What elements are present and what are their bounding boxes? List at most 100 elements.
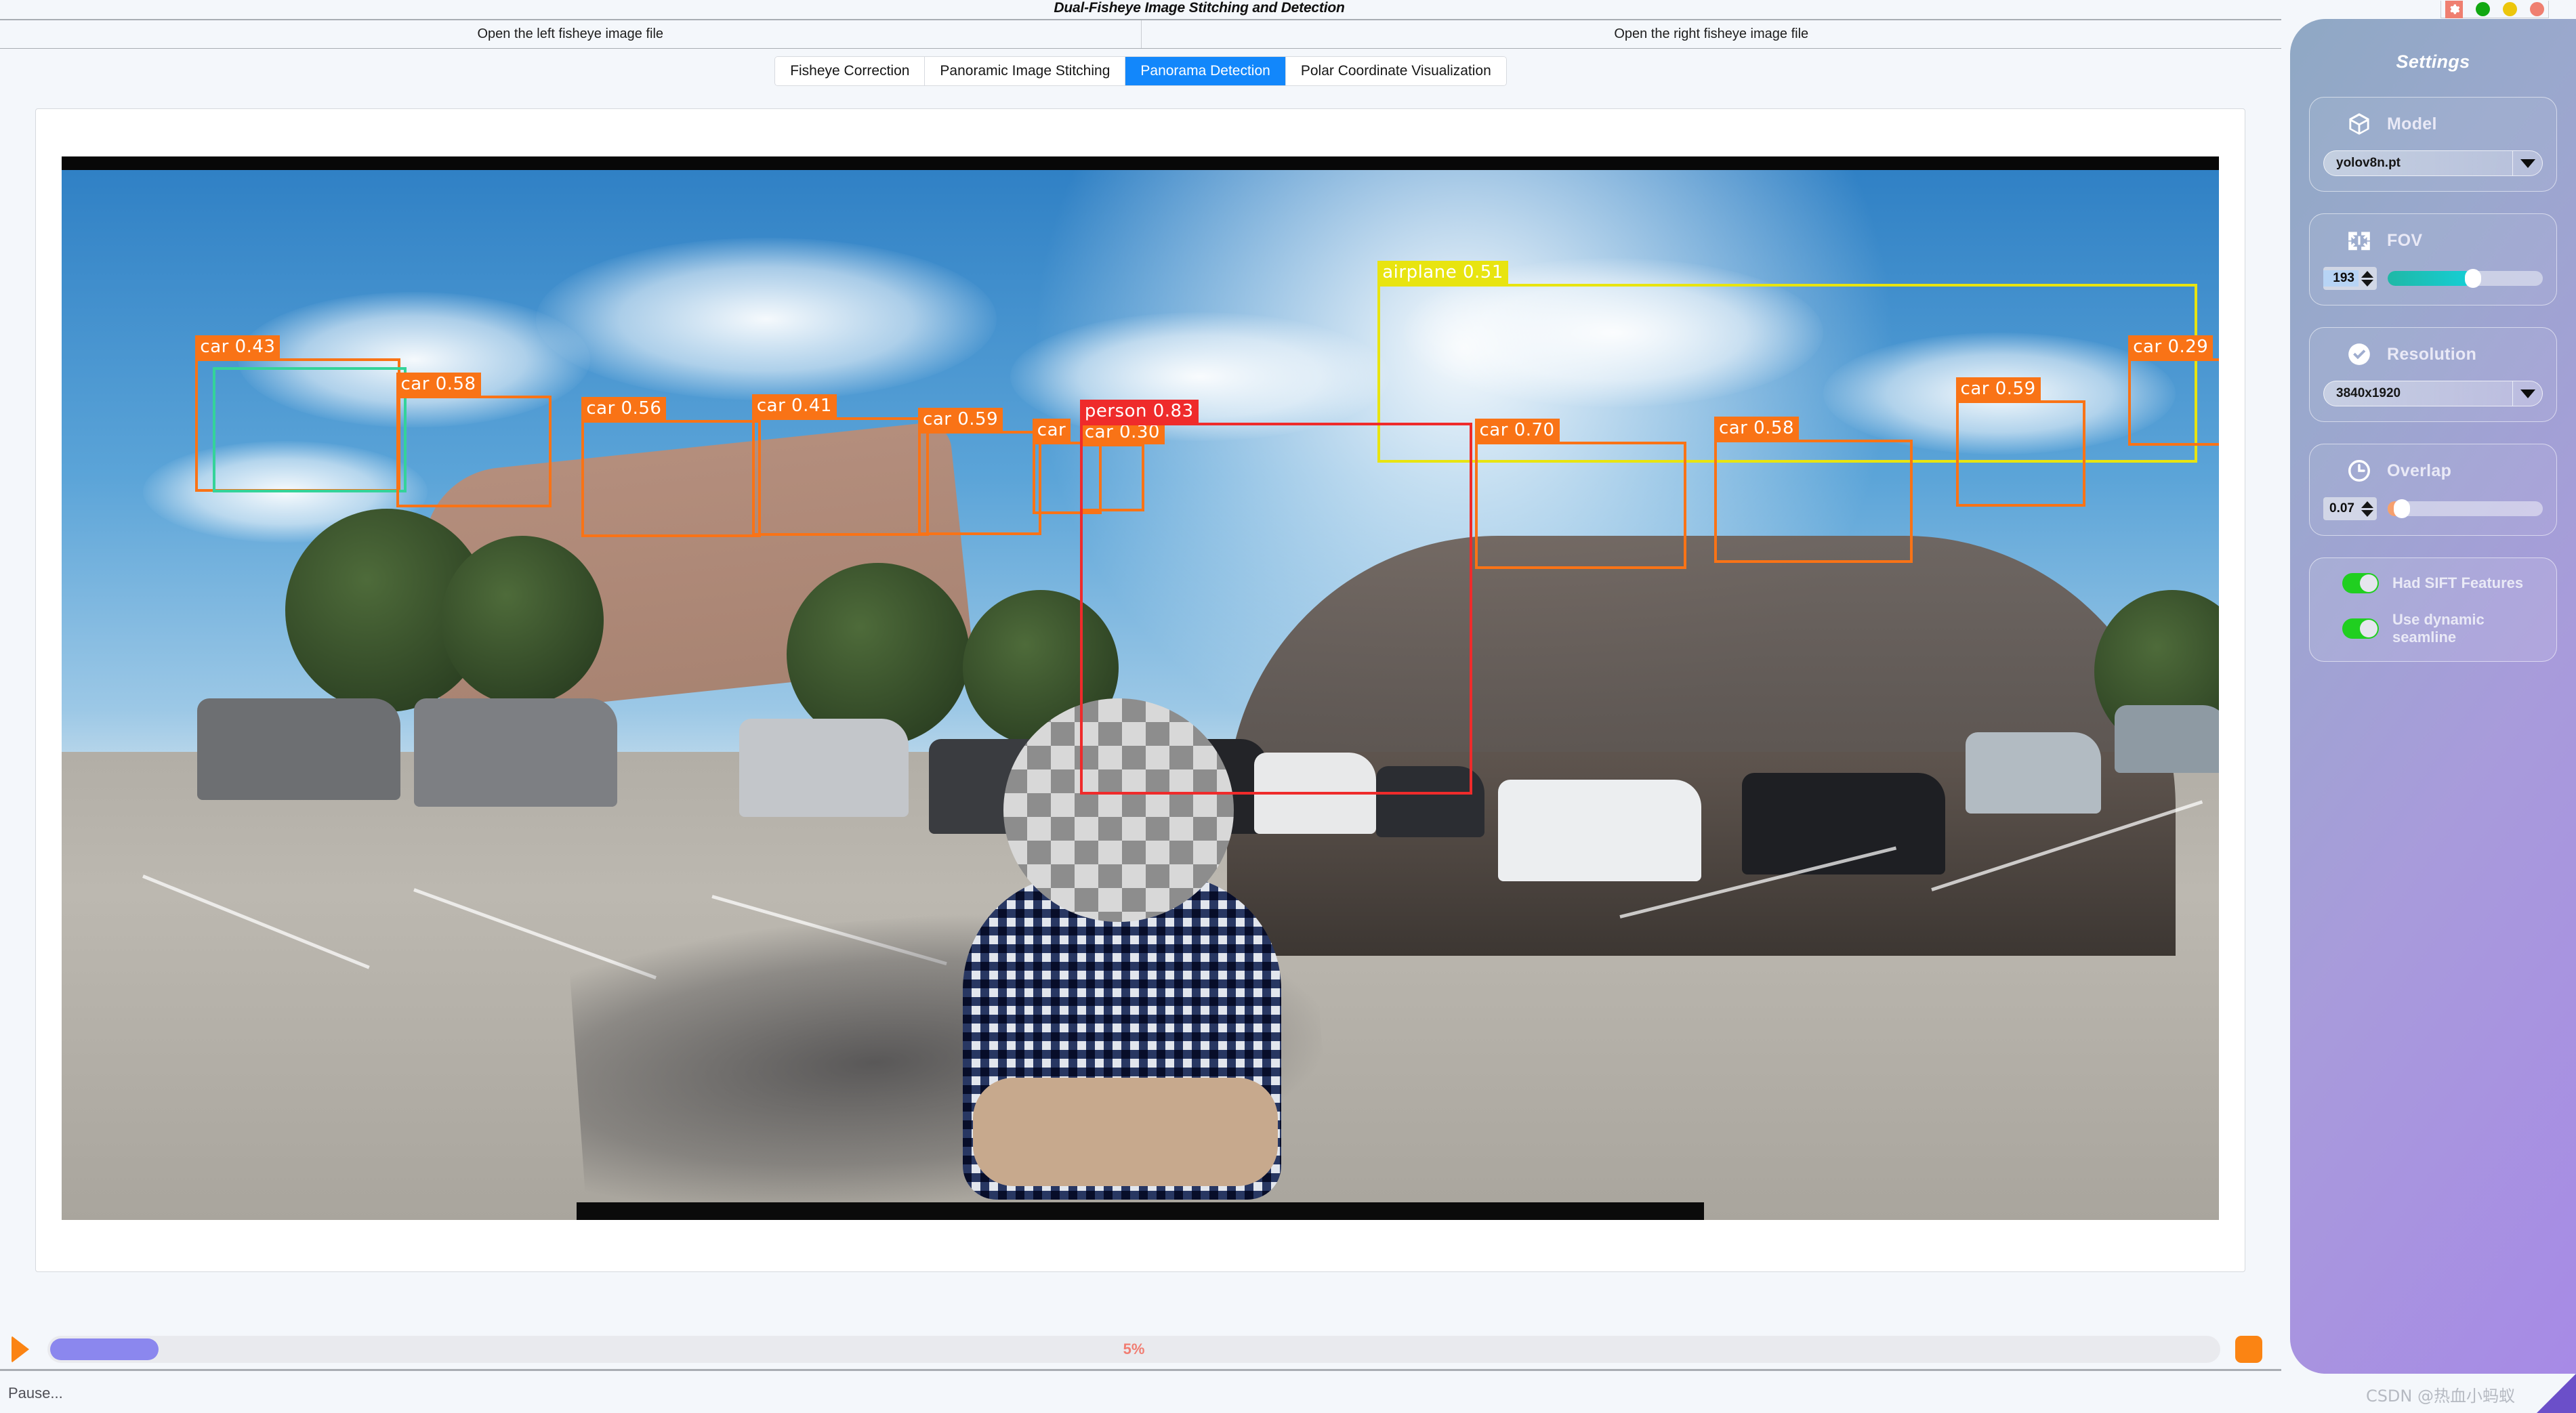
panorama-detection-view[interactable]: car 0.43 car 0.58 car 0.56 car 0.41 car 0.59… — [62, 156, 2219, 1220]
chevron-down-icon — [2512, 151, 2542, 175]
overlap-card-header: Overlap — [2323, 458, 2543, 484]
detection-label: car 0.29 — [2128, 335, 2214, 360]
detection-box-car — [195, 358, 400, 492]
spinner-down-icon[interactable] — [2361, 279, 2373, 287]
detection-overlay: car 0.43 car 0.58 car 0.56 car 0.41 car 0.59… — [62, 156, 2219, 1220]
settings-card-model: Model yolov8n.pt — [2309, 97, 2557, 192]
progress-bar[interactable]: 5% — [47, 1335, 2220, 1363]
detection-box-car — [1955, 400, 2085, 507]
spinner-down-icon[interactable] — [2361, 509, 2373, 517]
fov-spinner[interactable]: 193 — [2323, 267, 2377, 290]
cube-icon — [2349, 113, 2369, 135]
tab-bar: Fisheye Correction Panoramic Image Stitch… — [0, 54, 2281, 88]
tab-polar-coordinate-visualization[interactable]: Polar Coordinate Visualization — [1285, 57, 1506, 85]
resolution-select-value: 3840x1920 — [2336, 386, 2401, 400]
detection-box-car — [918, 431, 1041, 535]
gear-icon[interactable] — [2445, 0, 2463, 18]
fov-slider-thumb[interactable] — [2464, 269, 2481, 288]
settings-card-toggles: Had SIFT Features Use dynamic seamline — [2309, 557, 2557, 662]
settings-panel: Settings Model yolov8n.pt FOV 193 Resolu… — [2290, 19, 2576, 1374]
gear-glyph — [2450, 4, 2460, 14]
resolution-select[interactable]: 3840x1920 — [2323, 381, 2543, 406]
detection-label: car 0.58 — [396, 373, 481, 397]
detection-box-car — [1713, 439, 1913, 563]
maximize-button[interactable] — [2503, 2, 2517, 16]
fov-slider[interactable] — [2388, 269, 2543, 288]
model-select[interactable]: yolov8n.pt — [2323, 150, 2543, 176]
detection-label: car 0.58 — [1713, 416, 1800, 440]
toggle-row-seamline[interactable]: Use dynamic seamline — [2323, 611, 2543, 646]
stop-icon[interactable] — [2235, 1335, 2262, 1363]
sift-features-toggle[interactable] — [2342, 573, 2379, 593]
overlap-spinner-arrows[interactable] — [2359, 501, 2373, 517]
application-window: Dual-Fisheye Image Stitching and Detecti… — [0, 0, 2576, 1413]
tab-panoramic-image-stitching[interactable]: Panoramic Image Stitching — [924, 57, 1125, 85]
check-circle-icon — [2348, 343, 2370, 365]
play-icon[interactable] — [7, 1334, 34, 1365]
overlap-spinner[interactable]: 0.07 — [2323, 497, 2377, 520]
tab-fisheye-correction[interactable]: Fisheye Correction — [775, 57, 925, 85]
detection-box-car — [581, 420, 761, 538]
detection-label: car 0.59 — [918, 408, 1003, 432]
title-bar: Dual-Fisheye Image Stitching and Detecti… — [0, 0, 2576, 19]
detection-box-car — [212, 366, 407, 493]
detection-label: car 0.56 — [581, 397, 667, 421]
sift-features-label: Had SIFT Features — [2392, 574, 2524, 591]
detection-label: airplane 0.51 — [1377, 261, 1508, 285]
overlap-value[interactable]: 0.07 — [2323, 501, 2359, 517]
overlap-slider[interactable] — [2388, 499, 2543, 518]
content-panel: car 0.43 car 0.58 car 0.56 car 0.41 car 0.59… — [35, 108, 2245, 1272]
model-select-value: yolov8n.pt — [2336, 156, 2401, 170]
progress-percent-label: 5% — [1123, 1340, 1145, 1357]
fov-label: FOV — [2387, 230, 2423, 250]
model-label: Model — [2387, 114, 2437, 133]
play-triangle — [12, 1335, 29, 1363]
detection-label: car 0.43 — [195, 335, 281, 360]
detection-box-car — [2128, 358, 2219, 446]
settings-card-fov: FOV 193 — [2309, 213, 2557, 305]
detection-label: car 0.70 — [1474, 418, 1560, 442]
clock-icon — [2348, 460, 2370, 482]
detection-label: car 0.30 — [1079, 420, 1165, 444]
fov-slider-fill — [2388, 271, 2473, 286]
fov-controls: 193 — [2323, 267, 2543, 290]
tab-group: Fisheye Correction Panoramic Image Stitch… — [774, 56, 1507, 86]
minimize-button[interactable] — [2476, 2, 2490, 16]
open-file-toolbar: Open the left fisheye image file Open th… — [0, 19, 2281, 49]
detection-box-car — [1032, 441, 1102, 514]
detection-box-car — [1079, 443, 1145, 512]
toggle-knob — [2360, 620, 2377, 637]
detection-box-person — [1079, 422, 1473, 795]
progress-toolbar: 5% — [0, 1329, 2281, 1371]
spinner-up-icon[interactable] — [2361, 501, 2373, 508]
chevron-down-icon — [2512, 381, 2542, 406]
overlap-label: Overlap — [2387, 461, 2452, 480]
settings-card-resolution: Resolution 3840x1920 — [2309, 327, 2557, 422]
detection-label: car — [1032, 418, 1071, 442]
status-message: Pause... — [8, 1385, 63, 1401]
close-button[interactable] — [2530, 2, 2544, 16]
resolution-card-header: Resolution — [2323, 341, 2543, 367]
toggle-row-sift[interactable]: Had SIFT Features — [2323, 573, 2543, 593]
overlap-controls: 0.07 — [2323, 497, 2543, 520]
spinner-up-icon[interactable] — [2361, 270, 2373, 278]
settings-title: Settings — [2396, 51, 2470, 72]
tab-panorama-detection[interactable]: Panorama Detection — [1125, 57, 1285, 85]
caret-glyph — [2520, 389, 2535, 398]
resolution-label: Resolution — [2387, 344, 2477, 364]
overlap-slider-thumb[interactable] — [2393, 499, 2410, 518]
corner-fold-decoration — [2537, 1374, 2576, 1413]
window-title: Dual-Fisheye Image Stitching and Detecti… — [1054, 0, 1345, 16]
detection-box-car — [751, 417, 929, 536]
detection-label: car 0.41 — [751, 394, 837, 418]
model-card-header: Model — [2323, 111, 2543, 137]
open-right-fisheye-button[interactable]: Open the right fisheye image file — [1140, 20, 2281, 48]
open-left-fisheye-button[interactable]: Open the left fisheye image file — [0, 20, 1141, 48]
fov-value[interactable]: 193 — [2323, 270, 2359, 287]
caret-glyph — [2520, 159, 2535, 168]
fov-spinner-arrows[interactable] — [2359, 270, 2373, 287]
detection-label: person 0.83 — [1079, 399, 1199, 423]
dynamic-seamline-toggle[interactable] — [2342, 618, 2379, 639]
detection-box-car — [396, 396, 552, 508]
status-bar: Pause... CSDN @热血小蚂蚁 — [0, 1374, 2576, 1413]
